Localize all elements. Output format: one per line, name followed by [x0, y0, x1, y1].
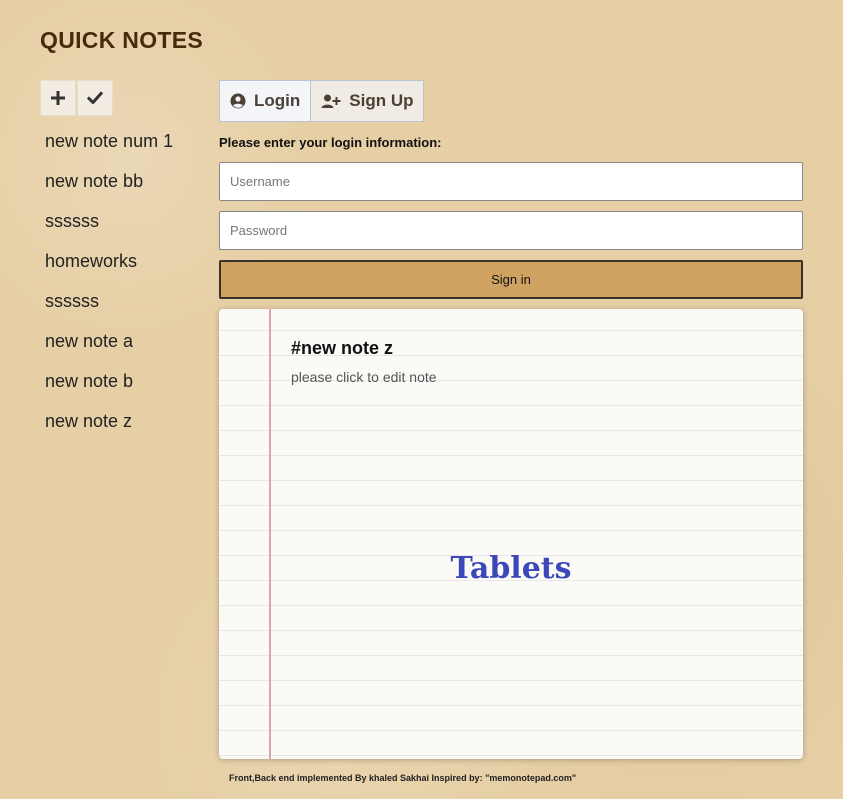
note-list-item[interactable]: ssssss [45, 290, 173, 330]
user-plus-icon [321, 94, 341, 108]
note-list-item[interactable]: new note a [45, 330, 173, 370]
notes-list: new note num 1 new note bb ssssss homewo… [45, 130, 173, 450]
note-list-item[interactable]: ssssss [45, 210, 173, 250]
note-list-item[interactable]: homeworks [45, 250, 173, 290]
note-list-item[interactable]: new note b [45, 370, 173, 410]
note-title[interactable]: #new note z [291, 338, 393, 359]
note-list-item[interactable]: new note num 1 [45, 130, 173, 170]
note-editor[interactable]: #new note z please click to edit note Ta… [219, 309, 803, 759]
sign-in-button[interactable]: Sign in [219, 260, 803, 299]
username-input[interactable] [219, 162, 803, 201]
paper-margin-line [269, 309, 271, 759]
check-icon [87, 91, 103, 104]
app-title: QUICK NOTES [40, 27, 204, 53]
note-body-hint[interactable]: please click to edit note [291, 369, 437, 385]
note-list-item[interactable]: new note z [45, 410, 173, 450]
login-prompt: Please enter your login information: [219, 135, 442, 150]
plus-icon [51, 91, 65, 105]
tab-login[interactable]: Login [219, 80, 312, 122]
password-input[interactable] [219, 211, 803, 250]
save-note-button[interactable] [77, 80, 113, 116]
tab-login-label: Login [254, 91, 301, 110]
tablets-watermark: Tablets [450, 551, 572, 586]
tab-signup-label: Sign Up [349, 91, 414, 110]
note-toolbar [40, 80, 113, 116]
add-note-button[interactable] [40, 80, 76, 116]
note-list-item[interactable]: new note bb [45, 170, 173, 210]
auth-tabs: Login Sign Up [219, 80, 425, 122]
footer-credit: Front,Back end implemented By khaled Sak… [229, 773, 577, 783]
tab-signup[interactable]: Sign Up [311, 80, 425, 122]
user-circle-icon [230, 93, 246, 109]
